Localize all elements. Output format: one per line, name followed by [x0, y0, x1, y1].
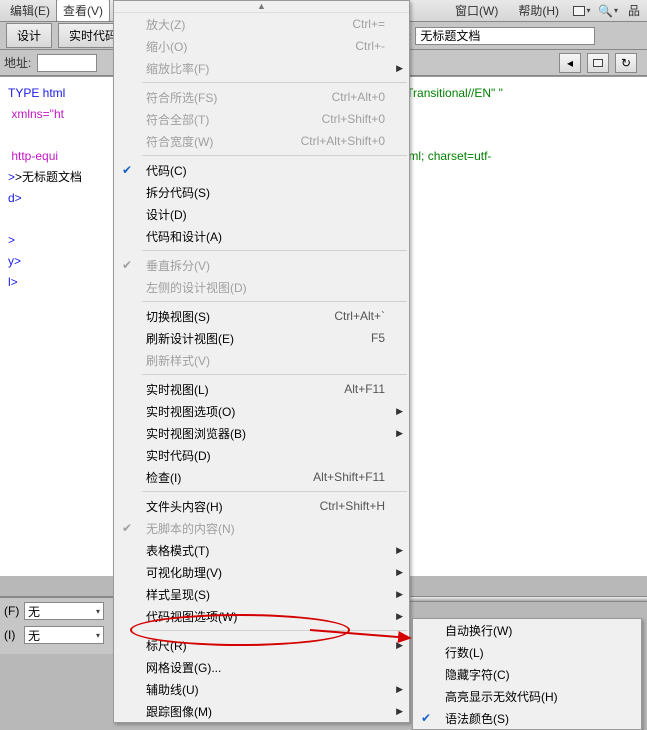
menu-live-view[interactable]: 实时视图(L)Alt+F11 [114, 378, 409, 400]
combo-value: 无 [28, 603, 40, 620]
code-text: l> [8, 275, 18, 289]
menu-refresh-styles[interactable]: 刷新样式(V) [114, 349, 409, 371]
menu-visual-aids[interactable]: 可视化助理(V)▶ [114, 561, 409, 583]
menu-window[interactable]: 窗口(W) [449, 0, 504, 21]
code-text: > [8, 233, 15, 247]
prop-f-combo[interactable]: 无▾ [24, 602, 104, 620]
search-icon[interactable]: 🔍▾ [599, 2, 617, 20]
combo-value: 无 [28, 627, 40, 644]
menu-help[interactable]: 帮助(H) [512, 0, 565, 21]
menu-zoom-ratio[interactable]: 缩放比率(F)▶ [114, 57, 409, 79]
menu-head-content[interactable]: 文件头内容(H)Ctrl+Shift+H [114, 495, 409, 517]
menu-edit[interactable]: 编辑(E) [4, 0, 56, 21]
submenu-highlight-invalid[interactable]: 高亮显示无效代码(H) [413, 685, 641, 707]
menu-vertical-split[interactable]: ✔垂直拆分(V) [114, 254, 409, 276]
menu-fit-width[interactable]: 符合宽度(W)Ctrl+Alt+Shift+0 [114, 130, 409, 152]
menu-view[interactable]: 查看(V) [56, 0, 110, 22]
code-text: 0 Transitional//EN" " [396, 86, 503, 100]
menu-design[interactable]: 设计(D) [114, 203, 409, 225]
menu-left-design-view[interactable]: 左侧的设计视图(D) [114, 276, 409, 298]
menu-noscript-content[interactable]: ✔无脚本的内容(N) [114, 517, 409, 539]
menu-zoom-out[interactable]: 缩小(O)Ctrl+- [114, 35, 409, 57]
menu-grid-settings[interactable]: 网格设置(G)... [114, 656, 409, 678]
menu-live-view-browser[interactable]: 实时视图浏览器(B)▶ [114, 422, 409, 444]
menu-switch-view[interactable]: 切换视图(S)Ctrl+Alt+` [114, 305, 409, 327]
prop-f-label: (F) [4, 604, 24, 618]
menu-inspect[interactable]: 检查(I)Alt+Shift+F11 [114, 466, 409, 488]
tab-design[interactable]: 设计 [6, 23, 52, 48]
submenu-hidden-chars[interactable]: 隐藏字符(C) [413, 663, 641, 685]
menu-table-mode[interactable]: 表格模式(T)▶ [114, 539, 409, 561]
address-input[interactable] [37, 54, 97, 72]
submenu-line-numbers[interactable]: 行数(L) [413, 641, 641, 663]
menu-guides[interactable]: 辅助线(U)▶ [114, 678, 409, 700]
menu-fit-selection[interactable]: 符合所选(FS)Ctrl+Alt+0 [114, 86, 409, 108]
refresh-button[interactable]: ↻ [615, 53, 637, 73]
menu-scroll-up[interactable]: ▲ [114, 1, 409, 13]
code-view-options-submenu: 自动换行(W) 行数(L) 隐藏字符(C) 高亮显示无效代码(H) ✔语法颜色(… [412, 618, 642, 730]
menu-zoom-in[interactable]: 放大(Z)Ctrl+= [114, 13, 409, 35]
code-text: http-equi [8, 149, 58, 163]
menu-code-and-design[interactable]: 代码和设计(A) [114, 225, 409, 247]
extension-icon[interactable]: 品 [625, 2, 643, 20]
code-text: y> [8, 254, 21, 268]
menu-split-code[interactable]: 拆分代码(S) [114, 181, 409, 203]
code-text: xmlns="ht [8, 107, 64, 121]
menu-live-code[interactable]: 实时代码(D) [114, 444, 409, 466]
menu-tracing-image[interactable]: 跟踪图像(M)▶ [114, 700, 409, 722]
code-text: d> [8, 191, 22, 205]
menu-rulers[interactable]: 标尺(R)▶ [114, 634, 409, 656]
list-view-button[interactable] [587, 53, 609, 73]
menu-code[interactable]: ✔代码(C) [114, 159, 409, 181]
document-title-input[interactable] [415, 27, 595, 45]
menu-live-view-options[interactable]: 实时视图选项(O)▶ [114, 400, 409, 422]
menu-fit-all[interactable]: 符合全部(T)Ctrl+Shift+0 [114, 108, 409, 130]
prop-i-label: (I) [4, 628, 24, 642]
property-panel: (F) 无▾ (I) 无▾ [0, 596, 113, 654]
layout-classic-icon[interactable]: ▾ [573, 2, 591, 20]
submenu-word-wrap[interactable]: 自动换行(W) [413, 619, 641, 641]
prop-i-combo[interactable]: 无▾ [24, 626, 104, 644]
view-menu-dropdown: ▲ 放大(Z)Ctrl+= 缩小(O)Ctrl+- 缩放比率(F)▶ 符合所选(… [113, 0, 410, 723]
code-text: >无标题文档 [15, 170, 82, 184]
menu-refresh-design[interactable]: 刷新设计视图(E)F5 [114, 327, 409, 349]
nav-back-button[interactable]: ◂ [559, 53, 581, 73]
menu-code-view-options[interactable]: 代码视图选项(W)▶ [114, 605, 409, 627]
address-label: 地址: [4, 54, 31, 71]
menu-style-rendering[interactable]: 样式呈现(S)▶ [114, 583, 409, 605]
code-text: TYPE html [8, 86, 69, 100]
